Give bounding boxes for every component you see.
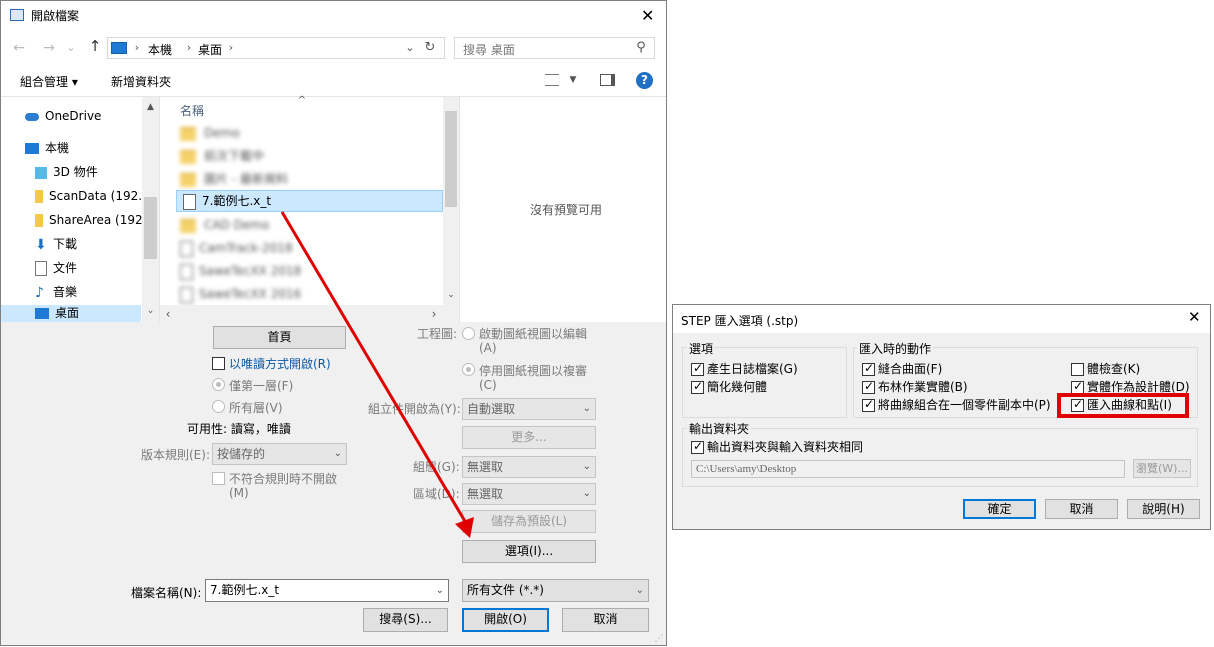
- output-path-input[interactable]: C:\Users\amy\Desktop: [691, 460, 1125, 478]
- highlight-box: [1057, 393, 1189, 418]
- step-cancel-button[interactable]: 取消: [1045, 499, 1118, 519]
- simplify-geometry-checkbox[interactable]: [691, 379, 704, 394]
- generate-log-checkbox[interactable]: [691, 361, 704, 376]
- body-check-checkbox[interactable]: [1071, 363, 1084, 376]
- import-actions-group-label: 匯入時的動作: [857, 340, 934, 357]
- boolean-solids-checkbox[interactable]: [862, 379, 875, 394]
- step-dialog-titlebar: STEP 匯入選項 (.stp) ✕: [673, 305, 1210, 333]
- options-group-label: 選項: [687, 340, 716, 357]
- knit-surfaces-checkbox[interactable]: [862, 361, 875, 376]
- browse-button[interactable]: 瀏覽(W)...: [1133, 459, 1191, 478]
- simplify-geometry-label: 簡化幾何體: [707, 380, 768, 394]
- boolean-solids-label: 布林作業實體(B): [878, 380, 968, 394]
- output-same-folder-label: 輸出資料夾與輸入資料夾相同: [707, 440, 864, 454]
- step-dialog-title: STEP 匯入選項 (.stp): [681, 314, 799, 328]
- knit-surfaces-label: 縫合曲面(F): [878, 362, 943, 376]
- ok-button[interactable]: 確定: [963, 499, 1036, 519]
- annotation-arrow-shaft: [280, 211, 468, 524]
- step-import-dialog: STEP 匯入選項 (.stp) ✕ 選項 產生日誌檔案(G) 簡化幾何體 匯入…: [672, 304, 1211, 530]
- generate-log-label: 產生日誌檔案(G): [707, 362, 798, 376]
- output-same-folder-checkbox[interactable]: [691, 439, 704, 454]
- close-icon[interactable]: ✕: [1188, 308, 1201, 326]
- combine-curves-label: 將曲線組合在一個零件副本中(P): [878, 398, 1051, 412]
- output-folder-group: [682, 428, 1198, 487]
- help-button[interactable]: 說明(H): [1127, 499, 1200, 519]
- combine-curves-checkbox[interactable]: [862, 397, 875, 412]
- body-check-label: 體檢查(K): [1087, 362, 1141, 376]
- output-folder-group-label: 輸出資料夾: [687, 420, 752, 437]
